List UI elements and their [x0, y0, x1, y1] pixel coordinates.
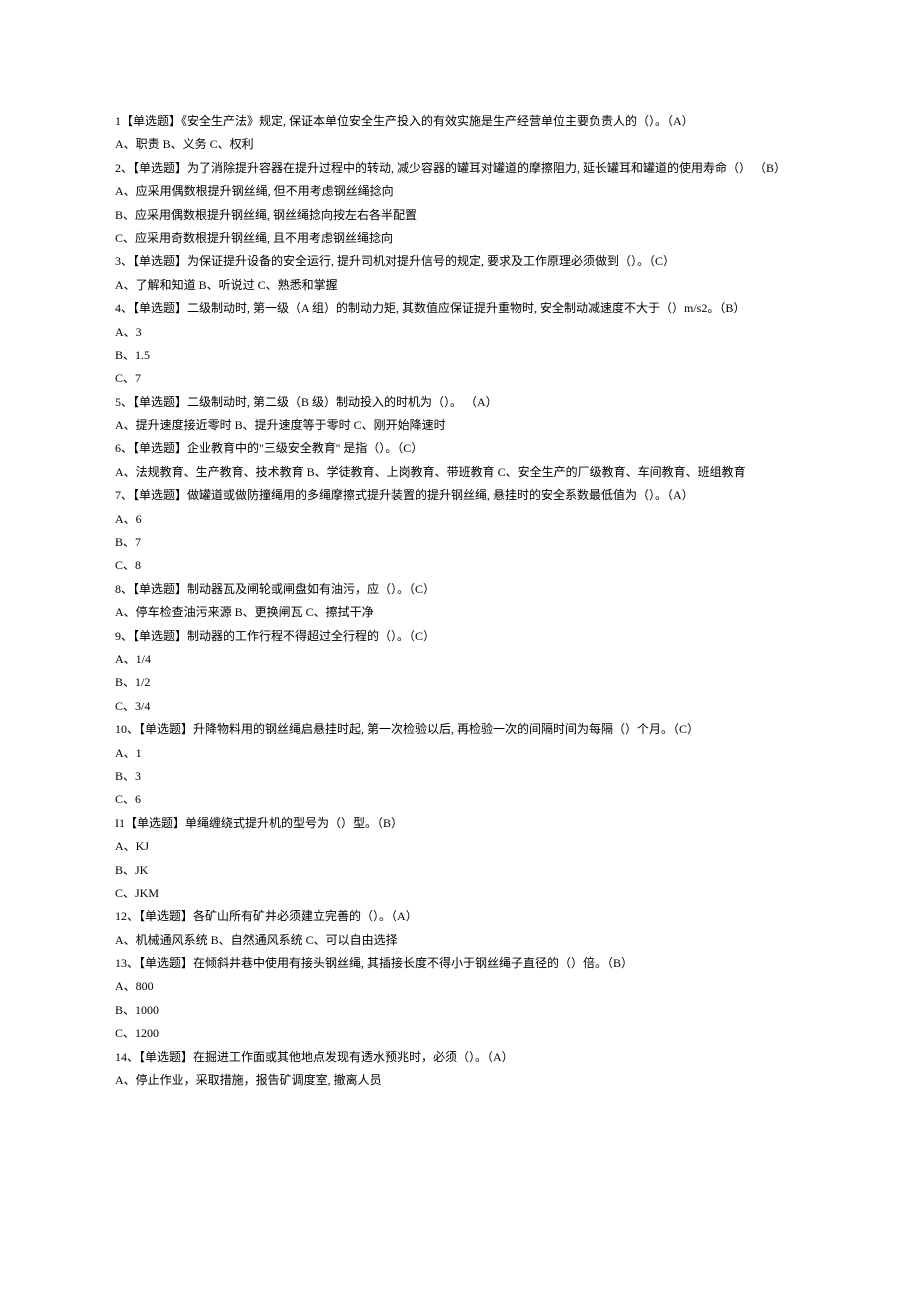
- text-line: 8、【单选题】制动器瓦及闸轮或闸盘如有油污，应（）。（C）: [115, 578, 805, 601]
- text-line: 4、【单选题】二级制动时, 第一级（A 组）的制动力矩, 其数值应保证提升重物时…: [115, 297, 805, 320]
- text-line: I1【单选题】单绳缠绕式提升机的型号为（）型。（B）: [115, 812, 805, 835]
- text-line: 3、【单选题】为保证提升设备的安全运行, 提升司机对提升信号的规定, 要求及工作…: [115, 250, 805, 273]
- text-line: 10、【单选题】升降物料用的钢丝绳启悬挂时起, 第一次检验以后, 再检验一次的间…: [115, 718, 805, 741]
- text-line: B、7: [115, 531, 805, 554]
- text-line: 14、【单选题】在掘进工作面或其他地点发现有透水预兆时，必须（）。（A）: [115, 1046, 805, 1069]
- text-line: A、800: [115, 975, 805, 998]
- text-line: 13、【单选题】在倾斜井巷中使用有接头钢丝绳, 其插接长度不得小于钢丝绳子直径的…: [115, 952, 805, 975]
- text-line: C、应采用奇数根提升钢丝绳, 且不用考虑钢丝绳捻向: [115, 227, 805, 250]
- text-line: 12、【单选题】各矿山所有矿井必须建立完善的（）。（A）: [115, 905, 805, 928]
- text-line: C、JKM: [115, 882, 805, 905]
- text-line: 2、【单选题】为了消除提升容器在提升过程中的转动, 减少容器的罐耳对罐道的摩擦阻…: [115, 157, 805, 180]
- text-line: B、3: [115, 765, 805, 788]
- text-line: C、3/4: [115, 695, 805, 718]
- text-line: C、1200: [115, 1022, 805, 1045]
- text-line: 9、【单选题】制动器的工作行程不得超过全行程的（）。（C）: [115, 625, 805, 648]
- text-line: A、3: [115, 321, 805, 344]
- text-line: 7、【单选题】做罐道或做防撞绳用的多绳摩擦式提升装置的提升钢丝绳, 悬挂时的安全…: [115, 484, 805, 507]
- text-line: C、7: [115, 367, 805, 390]
- text-line: B、1.5: [115, 344, 805, 367]
- text-line: A、法规教育、生产教育、技术教育 B、学徒教育、上岗教育、带班教育 C、安全生产…: [115, 461, 805, 484]
- text-line: A、停车检查油污来源 B、更换闸瓦 C、擦拭干净: [115, 601, 805, 624]
- text-line: A、停止作业，采取措施，报告矿调度室, 撤离人员: [115, 1069, 805, 1092]
- text-line: B、应采用偶数根提升钢丝绳, 钢丝绳捻向按左右各半配置: [115, 204, 805, 227]
- text-line: B、1/2: [115, 671, 805, 694]
- text-line: A、职责 B、义务 C、权利: [115, 133, 805, 156]
- text-line: A、KJ: [115, 835, 805, 858]
- text-line: 5、【单选题】二级制动时, 第二级（B 级）制动投入的时机为（）。 （A）: [115, 391, 805, 414]
- text-line: A、了解和知道 B、听说过 C、熟悉和掌握: [115, 274, 805, 297]
- text-line: A、提升速度接近零时 B、提升速度等于零时 C、刚开始降速时: [115, 414, 805, 437]
- text-line: A、6: [115, 508, 805, 531]
- text-line: B、JK: [115, 859, 805, 882]
- text-line: B、1000: [115, 999, 805, 1022]
- text-line: A、1/4: [115, 648, 805, 671]
- text-line: 6、【单选题】企业教育中的"三级安全教育'' 是指（）。（C）: [115, 437, 805, 460]
- text-line: C、8: [115, 554, 805, 577]
- text-line: 1【单选题】《安全生产法》规定, 保证本单位安全生产投入的有效实施是生产经营单位…: [115, 110, 805, 133]
- text-line: A、机械通风系统 B、自然通风系统 C、可以自由选择: [115, 929, 805, 952]
- text-line: A、应采用偶数根提升钢丝绳, 但不用考虑钢丝绳捻向: [115, 180, 805, 203]
- document-page: 1【单选题】《安全生产法》规定, 保证本单位安全生产投入的有效实施是生产经营单位…: [0, 0, 920, 1132]
- text-line: A、1: [115, 742, 805, 765]
- text-line: C、6: [115, 788, 805, 811]
